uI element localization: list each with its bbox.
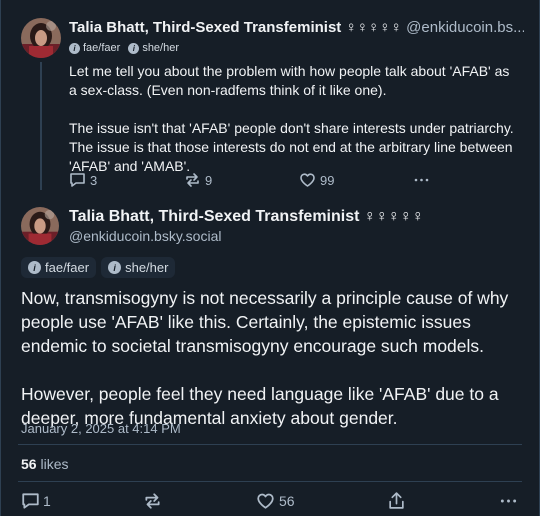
pronoun-pills: i fae/faer i she/her [21,257,176,278]
repost-icon [186,173,199,187]
pronoun-label: she/her [125,260,169,275]
pronoun-pill[interactable]: i fae/faer [69,42,120,54]
info-icon: i [128,42,140,54]
pronoun-pill[interactable]: i she/her [101,257,176,278]
likes-label: likes [40,456,69,472]
like-count: 56 [279,493,295,509]
share-button[interactable] [387,491,406,510]
author-name[interactable]: Talia Bhatt, Third-Sexed Transfeminist ♀… [69,19,402,36]
divider [18,481,522,482]
author-avatar[interactable] [21,207,59,245]
post-paragraph: Let me tell you about the problem with h… [69,63,510,98]
likes-count: 56 [21,456,37,472]
likes-summary[interactable]: 56 likes [21,456,68,472]
avatar-image-icon [21,207,59,245]
more-options-button[interactable] [499,492,518,510]
info-icon: i [28,261,41,274]
post-paragraph: The issue isn't that 'AFAB' people don't… [69,120,514,174]
reply-body: Let me tell you about the problem with h… [69,62,519,176]
repost-count: 9 [205,172,213,188]
repost-button[interactable] [143,492,162,510]
pronoun-label: fae/faer [45,260,90,275]
repost-icon [145,493,160,509]
author-handle[interactable]: @enkiducoin.bs... [406,19,524,36]
post-paragraph: Now, transmisogyny is not necessarily a … [21,288,509,356]
reply-button[interactable]: 3 [69,172,97,188]
like-count: 99 [320,172,335,188]
reply-icon [22,493,39,509]
reply-count: 1 [43,493,51,509]
repost-button[interactable]: 9 [184,172,212,188]
reply-icon [70,173,85,187]
thread-line [40,62,42,190]
pronoun-pill[interactable]: i fae/faer [21,257,97,278]
main-author-name[interactable]: Talia Bhatt, Third-Sexed Transfeminist ♀… [69,207,424,227]
like-button[interactable]: 99 [299,172,334,188]
divider [18,444,522,445]
pronoun-label: she/her [142,42,180,54]
pronoun-pill[interactable]: i she/her [128,42,179,54]
post-timestamp[interactable]: January 2, 2025 at 4:14 PM [21,421,181,436]
more-icon [414,178,429,182]
reply-button[interactable]: 1 [21,492,51,510]
main-body: Now, transmisogyny is not necessarily a … [21,286,521,430]
reply-count: 3 [90,172,98,188]
more-icon [500,499,517,503]
pronoun-label: fae/faer [83,42,121,54]
avatar-image-icon [21,18,61,58]
share-icon [389,492,404,509]
heart-icon [257,493,274,509]
reply-header: Talia Bhatt, Third-Sexed Transfeminist ♀… [69,18,524,38]
pronoun-pills: i fae/faer i she/her [69,42,179,54]
heart-icon [300,173,315,187]
author-avatar[interactable] [21,18,61,58]
more-options-button[interactable] [413,172,430,188]
info-icon: i [108,261,122,274]
main-author-handle[interactable]: @enkiducoin.bsky.social [69,227,221,245]
info-icon: i [69,42,80,54]
like-button[interactable]: 56 [256,492,295,510]
